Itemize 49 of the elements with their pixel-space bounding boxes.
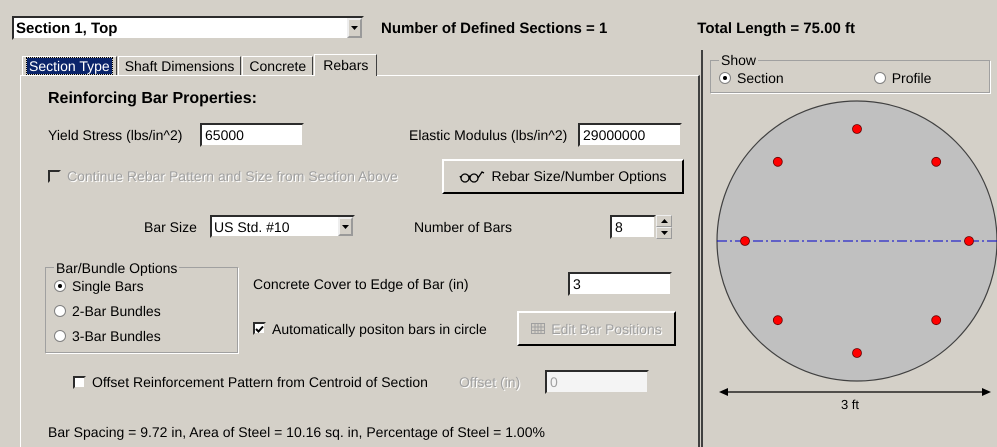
tab[interactable]: Shaft Dimensions (118, 56, 242, 75)
rebar-dot (931, 156, 942, 167)
checkbox[interactable] (73, 376, 86, 388)
field-label: Concrete Cover to Edge of Bar (in) (253, 276, 470, 292)
bundle-options-group: Bar/Bundle Options Single Bars 2-Bar Bundles 3-Bar Bundles (45, 260, 238, 352)
rebar-dot (931, 315, 942, 326)
input-field[interactable]: 65000 (200, 123, 304, 147)
rebar-dot (852, 348, 862, 358)
input-field[interactable]: 29000000 (578, 123, 682, 147)
radio-button[interactable] (874, 72, 886, 84)
radio-button[interactable] (54, 280, 66, 292)
glasses-icon (459, 169, 486, 183)
field-label: Number of Bars (414, 218, 514, 234)
dimension-label: 3 ft (840, 397, 860, 412)
checkbox[interactable] (253, 322, 266, 335)
summary-text: Bar Spacing = 9.72 in, Area of Steel = 10.16 sq. in, Percentage of Steel = 1.00% (48, 424, 545, 440)
grid-icon (531, 323, 546, 334)
checkmark-icon (255, 324, 264, 332)
input-field[interactable]: 3 (568, 272, 672, 296)
radio-label: 2-Bar Bundles (72, 302, 161, 318)
radio-button[interactable] (54, 304, 66, 316)
tab[interactable]: Rebars (314, 54, 378, 76)
radio-label: 3-Bar Bundles (72, 328, 161, 344)
checkbox-label: Offset Reinforcement Pattern from Centroid of Section (92, 374, 428, 390)
section-heading: Reinforcing Bar Properties: (48, 90, 258, 109)
tab[interactable]: Section Type (22, 56, 117, 75)
radio-label: Single Bars (72, 278, 144, 294)
rebar-dot (772, 156, 783, 167)
rebar-dot (964, 236, 974, 246)
defined-sections-text: Number of Defined Sections = 1 (381, 20, 608, 36)
section-dropdown[interactable]: Section 1, Top (12, 16, 364, 40)
radio-label: Section (737, 70, 784, 86)
show-group: Show Section Profile (710, 52, 990, 93)
field-label: Bar Size (144, 218, 198, 234)
radio-button[interactable] (719, 72, 731, 84)
rebar-dot (772, 315, 783, 326)
field-label: Elastic Modulus (lbs/in^2) (409, 127, 568, 143)
rebar-dot (740, 236, 750, 246)
radio-label: Profile (892, 70, 932, 86)
tab[interactable]: Concrete (242, 56, 314, 75)
checkbox-label: Automatically positon bars in circle (272, 320, 487, 336)
radio-button[interactable] (54, 330, 66, 342)
bar-size-dropdown[interactable]: US Std. #10 (210, 215, 355, 238)
total-length-text: Total Length = 75.00 ft (697, 20, 855, 36)
caret-icon (351, 26, 358, 30)
rebar-options-button[interactable]: Rebar Size/Number Options (442, 158, 684, 194)
field-label: Yield Stress (lbs/in^2) (48, 127, 184, 143)
rebar-dot (852, 124, 862, 134)
caret-icon (342, 224, 349, 228)
